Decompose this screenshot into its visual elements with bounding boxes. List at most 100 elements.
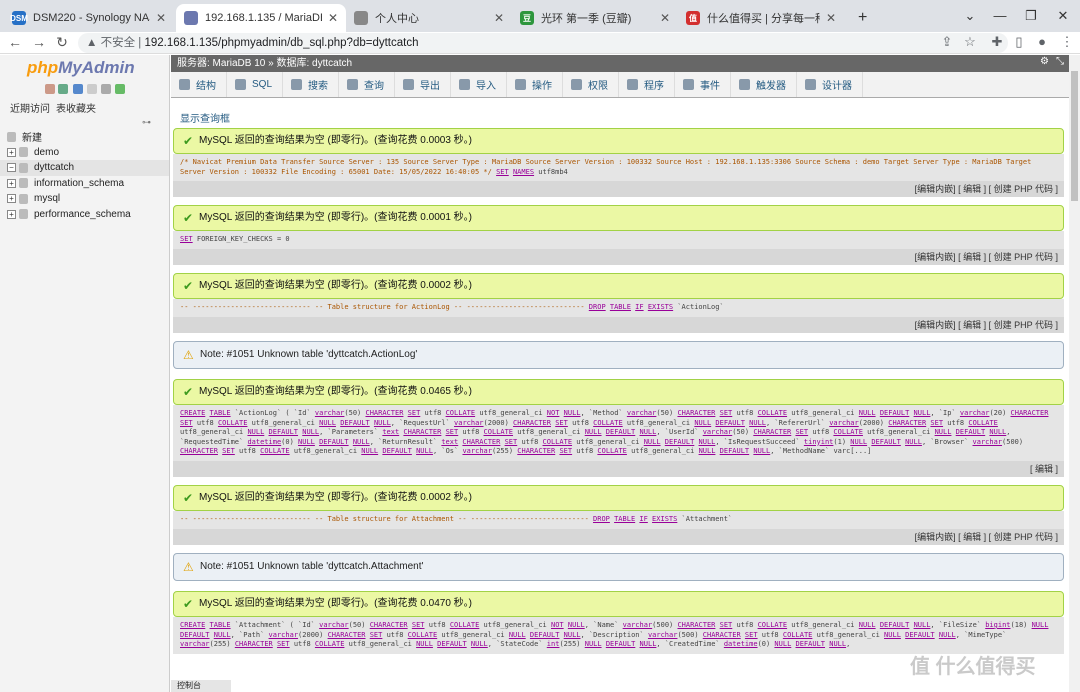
expand-icon[interactable]: − bbox=[7, 163, 16, 173]
link-icon[interactable]: ⊶ bbox=[142, 117, 151, 128]
extensions-icon[interactable]: ✚ bbox=[988, 34, 1006, 50]
new-tab-button[interactable]: + bbox=[850, 4, 874, 32]
menu-tab[interactable]: 事件 bbox=[675, 72, 732, 97]
query-result-block: MySQL 返回的查询结果为空 (即零行)。(查询花费 0.0003 秒。)/*… bbox=[173, 128, 1064, 197]
bookmark-star-icon[interactable]: ☆ bbox=[961, 34, 979, 50]
menu-tab-icon bbox=[235, 79, 246, 90]
query-result-block: MySQL 返回的查询结果为空 (即零行)。(查询花费 0.0002 秒。)--… bbox=[173, 273, 1064, 333]
docs-icon[interactable] bbox=[87, 84, 97, 94]
close-window-button[interactable]: ✕ bbox=[1048, 4, 1078, 28]
globe-icon bbox=[354, 11, 368, 25]
browser-tab-bar: DSM DSM220 - Synology NAS ✕ 192.168.1.135 /… bbox=[0, 0, 1080, 32]
database-name: mysql bbox=[34, 193, 61, 205]
query-action-links[interactable]: [编辑内嵌] [ 编辑 ] [ 创建 PHP 代码 ] bbox=[173, 248, 1064, 265]
database-name: dyttcatch bbox=[34, 162, 75, 174]
expand-icon[interactable]: + bbox=[7, 209, 16, 219]
browser-tab[interactable]: 值什么值得买 | 分享每一种值 ✕ bbox=[678, 4, 844, 32]
close-tab-icon[interactable]: ✕ bbox=[494, 11, 504, 25]
console-tab[interactable]: 控制台 bbox=[171, 680, 231, 692]
recent-tables-link[interactable]: 近期访问 bbox=[10, 100, 50, 115]
menu-tab[interactable]: 操作 bbox=[507, 72, 564, 97]
sql-code: /* Navicat Premium Data Transfer Source … bbox=[173, 154, 1064, 181]
menu-tab[interactable]: 程序 bbox=[619, 72, 676, 97]
menu-tab-label: 权限 bbox=[588, 81, 609, 92]
settings-icon[interactable] bbox=[101, 84, 111, 94]
database-item[interactable]: + mysql bbox=[0, 191, 169, 207]
scrollbar-thumb[interactable] bbox=[1071, 71, 1078, 201]
menu-tab[interactable]: 权限 bbox=[563, 72, 620, 97]
tab-search-icon[interactable]: ⌄ bbox=[955, 4, 985, 28]
menu-tab[interactable]: 结构 bbox=[171, 72, 227, 97]
database-name: information_schema bbox=[34, 177, 125, 189]
new-db-icon bbox=[7, 131, 16, 142]
new-database-item[interactable]: 新建 bbox=[0, 129, 169, 145]
success-message: MySQL 返回的查询结果为空 (即零行)。(查询花费 0.0002 秒。) bbox=[173, 485, 1064, 511]
menu-tab-icon bbox=[805, 79, 817, 90]
logout-icon[interactable] bbox=[58, 84, 68, 94]
refresh-icon[interactable] bbox=[115, 84, 125, 94]
share-icon[interactable]: ⇪ bbox=[938, 34, 956, 50]
url-text: 192.168.1.135/phpmyadmin/db_sql.php?db=d… bbox=[144, 37, 419, 49]
show-query-box-link[interactable]: 显示查询框 bbox=[180, 110, 230, 125]
browser-menu-icon[interactable]: ⋮ bbox=[1058, 34, 1076, 50]
browser-tab[interactable]: 豆光环 第一季 (豆瓣) ✕ bbox=[512, 4, 678, 32]
pma-icon bbox=[184, 11, 198, 25]
close-tab-icon[interactable]: ✕ bbox=[156, 11, 166, 25]
menu-tab-label: 搜索 bbox=[308, 81, 329, 92]
help-icon[interactable] bbox=[73, 84, 83, 94]
database-tree: 新建 + demo − dyttcatch + information_schema + my… bbox=[0, 129, 169, 222]
browser-tab[interactable]: DSM DSM220 - Synology NAS ✕ bbox=[4, 4, 174, 32]
maximize-button[interactable]: ❐ bbox=[1016, 4, 1046, 28]
menu-tab[interactable]: SQL bbox=[227, 72, 284, 97]
sql-code: CREATE TABLE `Attachment` ( `Id` varchar… bbox=[173, 617, 1064, 654]
home-icon[interactable] bbox=[45, 84, 55, 94]
menu-tab-icon bbox=[459, 79, 471, 90]
settings-icon[interactable]: ⚙ bbox=[1040, 56, 1049, 67]
query-action-links[interactable]: [ 编辑 ] bbox=[173, 460, 1064, 477]
menu-tab[interactable]: 查询 bbox=[339, 72, 396, 97]
close-tab-icon[interactable]: ✕ bbox=[328, 11, 338, 25]
minimize-button[interactable]: — bbox=[985, 4, 1015, 28]
expand-icon[interactable]: + bbox=[7, 147, 16, 157]
back-icon[interactable]: ← bbox=[6, 34, 24, 50]
menu-tab-icon bbox=[739, 79, 751, 90]
expand-icon[interactable]: + bbox=[7, 194, 16, 204]
database-icon bbox=[19, 209, 28, 220]
close-tab-icon[interactable]: ✕ bbox=[660, 11, 670, 25]
db-menu: 结构 SQL 搜索 查询 导出 导入 操作 权限 程序 事件 触发器 设计器 bbox=[171, 72, 1069, 98]
menu-tab-label: 触发器 bbox=[756, 81, 787, 92]
query-result-block: MySQL 返回的查询结果为空 (即零行)。(查询花费 0.0001 秒。)SE… bbox=[173, 205, 1064, 265]
query-result-block: MySQL 返回的查询结果为空 (即零行)。(查询花费 0.0002 秒。)--… bbox=[173, 485, 1064, 545]
query-action-links[interactable]: [编辑内嵌] [ 编辑 ] [ 创建 PHP 代码 ] bbox=[173, 528, 1064, 545]
tab-title: 个人中心 bbox=[375, 13, 419, 25]
query-action-links[interactable]: [编辑内嵌] [ 编辑 ] [ 创建 PHP 代码 ] bbox=[173, 181, 1064, 197]
pma-logo[interactable]: phpMyAdmin bbox=[27, 58, 135, 78]
profile-icon[interactable]: ● bbox=[1033, 34, 1051, 49]
page-scrollbar[interactable] bbox=[1069, 55, 1080, 692]
expand-icon[interactable]: + bbox=[7, 178, 16, 188]
menu-tab-icon bbox=[179, 79, 190, 90]
browser-tab[interactable]: 个人中心 ✕ bbox=[346, 4, 512, 32]
collapse-icon[interactable]: ⤡ bbox=[1056, 56, 1064, 67]
forward-icon[interactable]: → bbox=[30, 34, 48, 50]
url-field[interactable]: ▲ 不安全 | 192.168.1.135/phpmyadmin/db_sql.… bbox=[78, 33, 1008, 53]
query-action-links[interactable]: [编辑内嵌] [ 编辑 ] [ 创建 PHP 代码 ] bbox=[173, 316, 1064, 333]
menu-tab[interactable]: 触发器 bbox=[731, 72, 798, 97]
breadcrumb: 服务器: MariaDB 10 » 数据库: dyttcatch bbox=[171, 55, 1069, 72]
favorite-tables-link[interactable]: 表收藏夹 bbox=[56, 100, 96, 115]
menu-tab[interactable]: 导入 bbox=[451, 72, 508, 97]
close-tab-icon[interactable]: ✕ bbox=[826, 11, 836, 25]
menu-tab[interactable]: 导出 bbox=[395, 72, 452, 97]
pma-sidebar: phpMyAdmin 近期访问 表收藏夹 ⊶ 新建 + demo − dyttcatc… bbox=[0, 55, 170, 692]
menu-tab-icon bbox=[683, 79, 695, 90]
database-item[interactable]: + demo bbox=[0, 145, 169, 161]
browser-tab[interactable]: 192.168.1.135 / MariaDB 10 / dy ✕ bbox=[176, 4, 346, 32]
menu-tab[interactable]: 设计器 bbox=[797, 72, 864, 97]
success-message: MySQL 返回的查询结果为空 (即零行)。(查询花费 0.0470 秒。) bbox=[173, 591, 1064, 617]
database-item[interactable]: + information_schema bbox=[0, 176, 169, 192]
reload-icon[interactable]: ↻ bbox=[53, 34, 71, 51]
sidebar-icon[interactable]: ▯ bbox=[1010, 34, 1028, 50]
database-item[interactable]: − dyttcatch bbox=[0, 160, 169, 176]
database-item[interactable]: + performance_schema bbox=[0, 207, 169, 223]
menu-tab[interactable]: 搜索 bbox=[283, 72, 340, 97]
